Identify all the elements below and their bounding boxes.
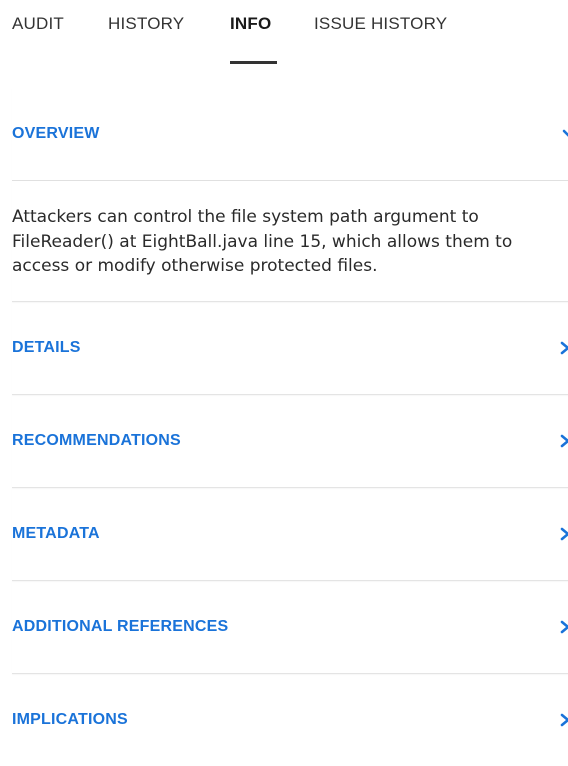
recommendations-header[interactable]: RECOMMENDATIONS bbox=[12, 395, 568, 487]
info-accordion: OVERVIEW Attackers can control the file … bbox=[12, 88, 568, 766]
metadata-title: METADATA bbox=[12, 524, 100, 542]
metadata-header[interactable]: METADATA bbox=[12, 488, 568, 580]
tab-audit[interactable]: AUDIT bbox=[12, 14, 64, 34]
section-implications: IMPLICATIONS bbox=[12, 674, 568, 766]
chevron-down-icon[interactable] bbox=[562, 125, 568, 143]
chevron-right-icon[interactable] bbox=[558, 432, 568, 450]
section-details: DETAILS bbox=[12, 302, 568, 395]
implications-title: IMPLICATIONS bbox=[12, 710, 128, 728]
section-overview: OVERVIEW Attackers can control the file … bbox=[12, 88, 568, 302]
chevron-right-icon[interactable] bbox=[558, 618, 568, 636]
implications-header[interactable]: IMPLICATIONS bbox=[12, 674, 568, 766]
chevron-right-icon[interactable] bbox=[558, 525, 568, 543]
additional-references-title: ADDITIONAL REFERENCES bbox=[12, 617, 229, 635]
details-title: DETAILS bbox=[12, 338, 81, 356]
overview-header[interactable]: OVERVIEW bbox=[12, 88, 568, 180]
active-tab-indicator bbox=[230, 61, 277, 64]
tab-issue-history[interactable]: ISSUE HISTORY bbox=[314, 14, 447, 34]
section-metadata: METADATA bbox=[12, 488, 568, 581]
details-header[interactable]: DETAILS bbox=[12, 302, 568, 394]
tab-info[interactable]: INFO bbox=[230, 14, 271, 34]
tab-history[interactable]: HISTORY bbox=[108, 14, 184, 34]
chevron-right-icon[interactable] bbox=[558, 339, 568, 357]
section-additional-references: ADDITIONAL REFERENCES bbox=[12, 581, 568, 674]
overview-title: OVERVIEW bbox=[12, 125, 100, 142]
overview-description: Attackers can control the file system pa… bbox=[12, 180, 568, 301]
additional-references-header[interactable]: ADDITIONAL REFERENCES bbox=[12, 581, 568, 673]
chevron-right-icon[interactable] bbox=[558, 711, 568, 729]
tab-bar: AUDIT HISTORY INFO ISSUE HISTORY bbox=[0, 0, 568, 70]
recommendations-title: RECOMMENDATIONS bbox=[12, 431, 181, 449]
section-recommendations: RECOMMENDATIONS bbox=[12, 395, 568, 488]
